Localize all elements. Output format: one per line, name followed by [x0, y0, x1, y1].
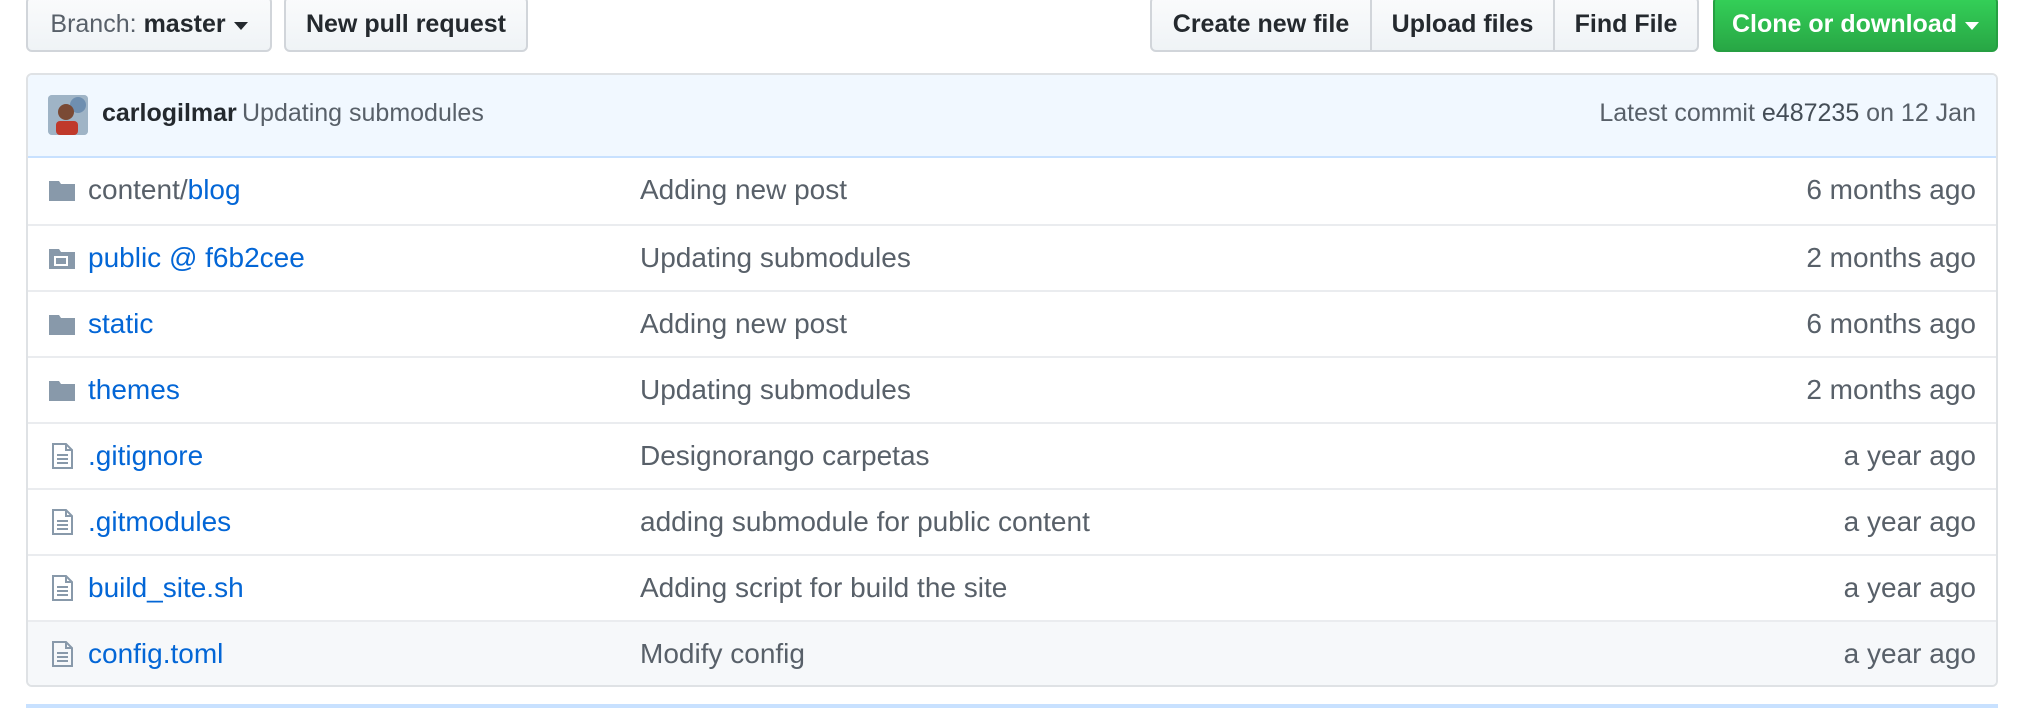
file-name[interactable]: public @ f6b2cee: [88, 242, 305, 273]
file-icon: [48, 442, 76, 470]
avatar[interactable]: [48, 95, 88, 135]
file-name-link[interactable]: .gitmodules: [88, 506, 231, 538]
commit-message-link[interactable]: Adding script for build the site: [640, 572, 1007, 604]
file-name[interactable]: build_site.sh: [88, 572, 244, 603]
file-icon: [48, 640, 76, 668]
file-list: content/blog Adding new post 6 months ago p…: [28, 158, 1996, 685]
clone-or-download-label: Clone or download: [1732, 9, 1957, 38]
file-name-link[interactable]: config.toml: [88, 638, 223, 670]
file-name[interactable]: themes: [88, 374, 180, 405]
file-name-link[interactable]: build_site.sh: [88, 572, 244, 604]
file-table: carlogilmar Updating submodules Latest c…: [26, 73, 1998, 687]
commit-message-link[interactable]: Adding new post: [640, 308, 847, 340]
commit-date: on 12 Jan: [1866, 99, 1976, 127]
commit-message-link[interactable]: Designorango carpetas: [640, 440, 930, 472]
file-name[interactable]: .gitignore: [88, 440, 203, 471]
file-name[interactable]: config.toml: [88, 638, 223, 669]
latest-commit-info: Latest commit e487235 on 12 Jan: [1599, 99, 1976, 128]
folder-icon: [48, 310, 76, 338]
file-name[interactable]: blog: [188, 174, 241, 205]
file-row: content/blog Adding new post 6 months ago: [28, 158, 1996, 224]
commit-message-link[interactable]: Updating submodules: [640, 242, 911, 274]
commit-age: a year ago: [1843, 572, 1976, 603]
latest-commit-label: Latest commit: [1599, 99, 1755, 127]
branch-prefix-label: Branch:: [50, 9, 137, 38]
new-pull-request-button[interactable]: New pull request: [284, 0, 528, 52]
create-new-file-button[interactable]: Create new file: [1150, 0, 1372, 52]
commit-message-link[interactable]: Updating submodules: [640, 374, 911, 406]
commit-age: 6 months ago: [1806, 308, 1976, 339]
commit-age: a year ago: [1843, 638, 1976, 669]
file-row: build_site.sh Adding script for build the…: [28, 554, 1996, 620]
file-name-link[interactable]: themes: [88, 374, 180, 406]
commit-author-link[interactable]: carlogilmar: [102, 99, 237, 128]
find-file-button[interactable]: Find File: [1553, 0, 1699, 52]
commit-message-link[interactable]: Updating submodules: [242, 99, 484, 128]
file-icon: [48, 574, 76, 602]
file-name[interactable]: static: [88, 308, 153, 339]
commit-age: 2 months ago: [1806, 242, 1976, 273]
upload-files-button[interactable]: Upload files: [1370, 0, 1555, 52]
folder-icon: [48, 376, 76, 404]
file-name-link[interactable]: public @ f6b2cee: [88, 242, 305, 274]
dropdown-caret-icon: [233, 21, 248, 30]
submodule-folder-icon: [48, 244, 76, 272]
file-row: public @ f6b2cee Updating submodules 2 mon…: [28, 224, 1996, 290]
clone-or-download-button[interactable]: Clone or download: [1713, 0, 1998, 52]
file-row: static Adding new post 6 months ago: [28, 290, 1996, 356]
latest-commit-bar: carlogilmar Updating submodules Latest c…: [28, 75, 1996, 158]
branch-name: master: [143, 9, 226, 38]
file-icon: [48, 508, 76, 536]
branch-select-button[interactable]: Branch: master: [26, 0, 272, 52]
dropdown-caret-icon: [1965, 21, 1979, 30]
file-name-link[interactable]: content/blog: [88, 174, 241, 206]
commit-message-link[interactable]: Adding new post: [640, 174, 847, 206]
file-row: config.toml Modify config a year ago: [28, 620, 1996, 685]
commit-message-link[interactable]: Modify config: [640, 638, 805, 670]
file-row: themes Updating submodules 2 months ago: [28, 356, 1996, 422]
file-name[interactable]: .gitmodules: [88, 506, 231, 537]
file-name-link[interactable]: .gitignore: [88, 440, 203, 472]
folder-icon: [48, 176, 76, 204]
commit-age: 2 months ago: [1806, 374, 1976, 405]
file-row: .gitmodules adding submodule for public c…: [28, 488, 1996, 554]
commit-sha-link[interactable]: e487235: [1762, 99, 1859, 127]
file-name-link[interactable]: static: [88, 308, 153, 340]
commit-age: a year ago: [1843, 506, 1976, 537]
path-prefix[interactable]: content/: [88, 174, 188, 205]
readme-header-edge: [26, 704, 1998, 708]
commit-message-link[interactable]: adding submodule for public content: [640, 506, 1090, 538]
commit-age: 6 months ago: [1806, 174, 1976, 205]
commit-age: a year ago: [1843, 440, 1976, 471]
file-row: .gitignore Designorango carpetas a year ag…: [28, 422, 1996, 488]
